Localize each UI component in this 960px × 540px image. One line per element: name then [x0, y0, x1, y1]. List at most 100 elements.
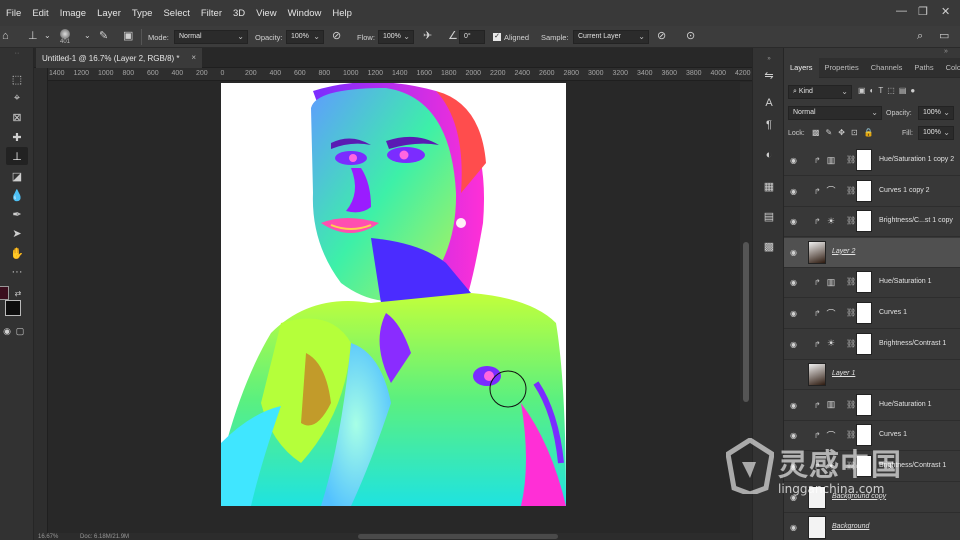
crop-tool-icon[interactable]: ⊠	[6, 108, 28, 126]
visibility-eye-icon[interactable]: ◉	[790, 217, 797, 226]
gradients-icon[interactable]: ▤	[759, 207, 779, 225]
brightness-adjustment-icon[interactable]: ☀	[825, 460, 837, 472]
background-color-swatch[interactable]	[5, 300, 21, 316]
angle-field[interactable]: 0°	[459, 30, 485, 44]
link-icon[interactable]: ⛓	[846, 430, 856, 439]
brightness-adjustment-icon[interactable]: ☀	[825, 215, 837, 227]
screen-mode-icon[interactable]: ▢	[9, 322, 31, 340]
visibility-eye-icon[interactable]: ◉	[790, 523, 797, 532]
fill-field[interactable]: 100% ⌄	[918, 126, 954, 140]
visibility-eye-icon[interactable]: ◉	[790, 187, 797, 196]
layer-mask-thumbnail[interactable]	[856, 393, 872, 416]
swatches-icon[interactable]: ▦	[759, 177, 779, 195]
sample-select[interactable]: Current Layer ⌄	[573, 30, 649, 44]
mode-select[interactable]: Normal ⌄	[174, 30, 248, 44]
home-icon[interactable]: ⌂	[2, 31, 9, 42]
visibility-eye-icon[interactable]: ◉	[790, 462, 797, 471]
layer-row[interactable]: ◉ ↱ ⌒ ⛓ Curves 1 copy 2	[784, 177, 960, 207]
menu-file[interactable]: File	[0, 8, 27, 19]
layer-row[interactable]: ◉ ↱ ▥ ⛓ Hue/Saturation 1 copy 2	[784, 146, 960, 176]
link-icon[interactable]: ⛓	[846, 308, 856, 317]
eraser-tool-icon[interactable]: ◪	[6, 167, 28, 185]
ignore-adjustment-icon[interactable]: ⊘	[657, 31, 666, 42]
menu-image[interactable]: Image	[54, 8, 91, 19]
opacity-field[interactable]: 100% ⌄	[286, 30, 324, 44]
tab-color[interactable]: Color	[940, 58, 960, 78]
clone-stamp-preset-icon[interactable]: ⊥	[28, 31, 38, 42]
tab-channels[interactable]: Channels	[865, 58, 909, 78]
layer-thumbnail[interactable]	[808, 363, 826, 387]
layer-mask-thumbnail[interactable]	[856, 332, 872, 355]
aligned-checkbox[interactable]: ✓ Aligned	[493, 26, 529, 48]
curves-adjustment-icon[interactable]: ⌒	[825, 429, 837, 441]
foreground-color-swatch[interactable]	[0, 286, 9, 300]
layer-thumbnail[interactable]	[808, 240, 826, 264]
document-tab[interactable]: Untitled-1 @ 16.7% (Layer 2, RGB/8) * ×	[36, 48, 202, 68]
flow-field[interactable]: 100% ⌄	[378, 30, 414, 44]
curves-adjustment-icon[interactable]: ⌒	[825, 307, 837, 319]
link-icon[interactable]: ⛓	[846, 186, 856, 195]
search-icon[interactable]: ⌕	[917, 31, 923, 42]
restore-button[interactable]: ❐	[918, 5, 928, 18]
layer-mask-thumbnail[interactable]	[856, 424, 872, 447]
visibility-eye-icon[interactable]: ◉	[790, 431, 797, 440]
layer-row[interactable]: ◉ ↱ ⌒ ⛓ Curves 1	[784, 421, 960, 452]
link-icon[interactable]: ⛓	[846, 461, 856, 470]
hue-sat-adjustment-icon[interactable]: ▥	[825, 399, 837, 411]
link-icon[interactable]: ⛓	[846, 400, 856, 409]
curves-adjustment-icon[interactable]: ⌒	[825, 185, 837, 197]
layer-row[interactable]: Layer 1	[784, 360, 960, 391]
layer-row[interactable]: ◉ Background copy	[784, 483, 960, 513]
pressure-size-icon[interactable]: ⊙	[686, 31, 695, 42]
scroll-thumb[interactable]	[358, 534, 558, 539]
menu-type[interactable]: Type	[126, 8, 158, 19]
history-icon[interactable]: ⇋	[759, 66, 779, 84]
layer-thumbnail[interactable]	[808, 516, 826, 540]
layer-mask-thumbnail[interactable]	[856, 210, 872, 233]
blend-mode-select[interactable]: Normal ⌄	[788, 106, 882, 120]
scroll-thumb[interactable]	[743, 242, 749, 402]
layer-opacity-field[interactable]: 100% ⌄	[918, 106, 954, 120]
chevron-down-icon[interactable]: ⌄	[44, 32, 51, 40]
brush-settings-icon[interactable]: ✎	[99, 31, 108, 42]
pen-tool-icon[interactable]: ✒	[6, 205, 28, 223]
collapse-icon[interactable]: »	[944, 48, 948, 55]
clone-source-icon[interactable]: ▣	[123, 31, 133, 42]
layer-mask-thumbnail[interactable]	[856, 271, 872, 294]
hue-sat-adjustment-icon[interactable]: ▥	[825, 154, 837, 166]
layer-mask-thumbnail[interactable]	[856, 149, 872, 171]
quick-select-tool-icon[interactable]: ⌖	[6, 89, 28, 107]
visibility-eye-icon[interactable]: ◉	[790, 340, 797, 349]
menu-select[interactable]: Select	[158, 8, 195, 19]
menu-filter[interactable]: Filter	[195, 8, 227, 19]
adjustments-icon[interactable]: ◐	[759, 146, 779, 164]
tab-layers[interactable]: Layers	[784, 57, 819, 78]
toolbar-grip-icon[interactable]: ··	[6, 48, 28, 58]
close-tab-icon[interactable]: ×	[191, 53, 196, 62]
menu-edit[interactable]: Edit	[27, 8, 54, 19]
layer-row[interactable]: ◉ ↱ ☀ ⛓ Brightness/Contrast 1	[784, 330, 960, 360]
layer-mask-thumbnail[interactable]	[856, 302, 872, 324]
visibility-eye-icon[interactable]: ◉	[790, 278, 797, 287]
layer-row[interactable]: ◉ ↱ ▥ ⛓ Hue/Saturation 1	[784, 391, 960, 421]
menu-help[interactable]: Help	[327, 8, 358, 19]
healing-tool-icon[interactable]: ✚	[6, 128, 28, 146]
layer-thumbnail[interactable]	[808, 485, 826, 509]
lock-icons[interactable]: ▩✎✥⊡🔒	[812, 128, 880, 137]
more-tools-icon[interactable]: ···	[6, 263, 28, 281]
visibility-eye-icon[interactable]: ◉	[790, 156, 797, 165]
link-icon[interactable]: ⛓	[846, 155, 856, 164]
layer-row[interactable]: ◉ ↱ ⌒ ⛓ Curves 1	[784, 299, 960, 329]
tab-properties[interactable]: Properties	[819, 58, 865, 78]
workspace-icon[interactable]: ▭	[939, 31, 949, 42]
hue-sat-adjustment-icon[interactable]: ▥	[825, 276, 837, 288]
visibility-eye-icon[interactable]: ◉	[790, 401, 797, 410]
layer-mask-thumbnail[interactable]	[856, 455, 872, 477]
clone-stamp-tool-icon[interactable]: ⊥	[6, 147, 28, 165]
blur-tool-icon[interactable]: 💧	[6, 186, 28, 204]
character-icon[interactable]: A	[759, 94, 779, 112]
pressure-opacity-icon[interactable]: ⊘	[332, 31, 341, 42]
menu-view[interactable]: View	[251, 8, 282, 19]
layer-row[interactable]: ◉ ↱ ▥ ⛓ Hue/Saturation 1	[784, 268, 960, 299]
visibility-eye-icon[interactable]: ◉	[790, 248, 797, 257]
